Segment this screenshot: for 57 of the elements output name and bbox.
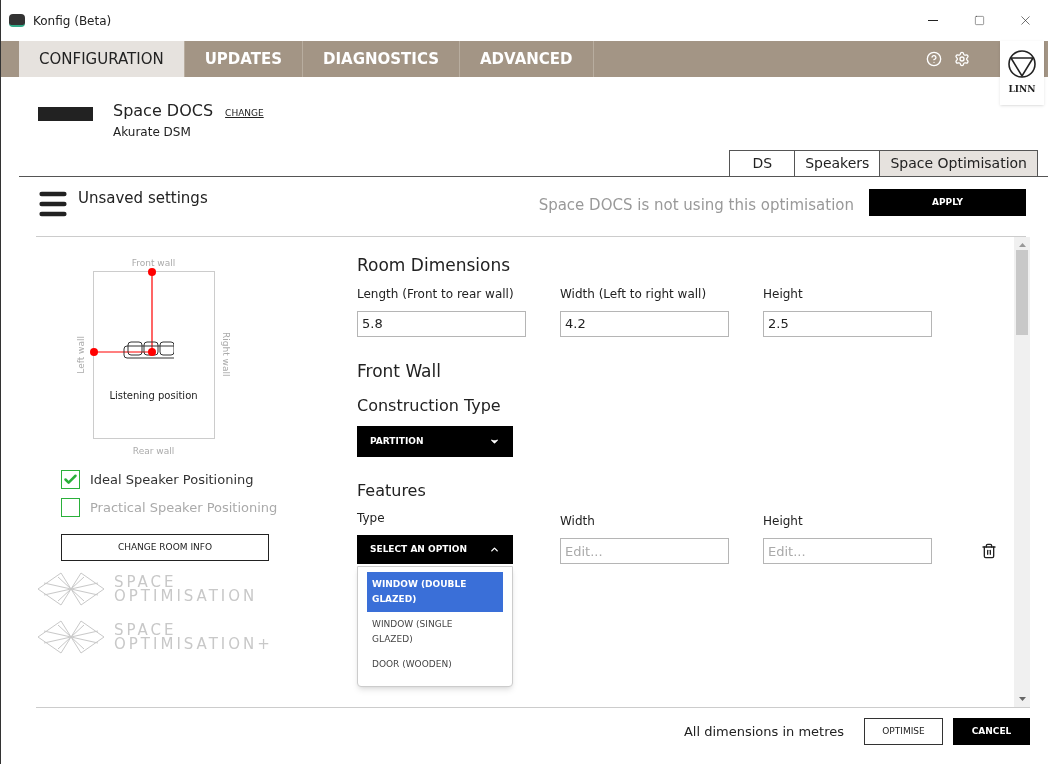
wall-label: Right wall xyxy=(220,332,232,377)
sub-tab[interactable]: DS xyxy=(729,150,796,176)
dropdown-option[interactable]: DOOR (WOODEN) xyxy=(367,652,503,677)
field-label: Width xyxy=(560,513,596,530)
input-field[interactable]: 4.2 xyxy=(560,310,729,337)
field-label: Height xyxy=(763,285,804,303)
change-room-info-button[interactable]: CHANGE ROOM INFO xyxy=(61,534,269,561)
construction-type-dropdown[interactable]: PARTITION xyxy=(357,426,513,457)
device-name: Space DOCS xyxy=(113,100,214,122)
device-model: Akurate DSM xyxy=(113,124,192,141)
feature-type-dropdown[interactable]: SELECT AN OPTION xyxy=(357,535,513,564)
dropdown-option[interactable]: WINDOW (DOUBLE GLAZED) xyxy=(367,572,503,612)
input-field[interactable]: Edit... xyxy=(560,538,729,564)
checkbox-label: Practical Speaker Positioning xyxy=(90,498,278,517)
input-field[interactable]: Edit... xyxy=(763,538,932,564)
scrollbar-thumb[interactable] xyxy=(1016,250,1028,335)
apply-button[interactable]: APPLY xyxy=(869,189,1026,216)
device-photo-placeholder xyxy=(38,107,93,121)
toolbar-title: Unsaved settings xyxy=(78,188,208,209)
listening-position-label: Listening position xyxy=(109,388,198,403)
subsection-heading: Construction Type xyxy=(357,395,501,417)
field-label: Length (Front to rear wall) xyxy=(357,285,515,303)
checkbox-label: Ideal Speaker Positioning xyxy=(90,471,254,489)
section-heading: Features xyxy=(357,480,426,502)
scrollbar[interactable] xyxy=(1014,237,1030,707)
section-heading: Room Dimensions xyxy=(357,254,511,277)
app-icon xyxy=(9,14,25,27)
sub-tab[interactable]: Space Optimisation xyxy=(879,150,1038,176)
maximize-icon xyxy=(973,15,985,26)
field-label: Width (Left to right wall) xyxy=(560,285,708,303)
wall-label: Left wall xyxy=(75,335,87,374)
main-tab[interactable]: CONFIGURATION xyxy=(19,41,185,77)
input-field[interactable]: 5.8 xyxy=(357,310,526,337)
section-heading: Front Wall xyxy=(357,359,441,383)
cancel-button[interactable]: CANCEL xyxy=(953,718,1030,745)
field-label: Height xyxy=(763,513,804,530)
checkbox[interactable] xyxy=(61,470,80,490)
checkbox[interactable] xyxy=(61,497,80,517)
wall-label: Front wall xyxy=(131,257,176,270)
settings-icon[interactable] xyxy=(954,51,970,67)
minimize-icon xyxy=(928,20,938,21)
brand-logo: LINN xyxy=(1000,41,1044,105)
caret-icon xyxy=(489,544,500,555)
optimise-button[interactable]: OPTIMISE xyxy=(864,718,943,745)
status-message: Space DOCS is not using this optimisation xyxy=(538,195,854,216)
dropdown-option[interactable]: WINDOW (SINGLE GLAZED) xyxy=(367,612,503,652)
caret-icon xyxy=(489,436,500,447)
help-icon[interactable] xyxy=(926,51,942,67)
change-link[interactable]: CHANGE xyxy=(225,107,264,121)
window-title: Konfig (Beta) xyxy=(33,12,112,30)
delete-icon[interactable] xyxy=(981,543,997,559)
scroll-down-icon[interactable] xyxy=(1018,697,1026,701)
scroll-up-icon[interactable] xyxy=(1018,243,1026,247)
input-field[interactable]: 2.5 xyxy=(763,310,932,337)
field-label: Type xyxy=(357,510,386,527)
wall-label: Rear wall xyxy=(132,444,175,458)
units-note: All dimensions in metres xyxy=(683,722,844,741)
